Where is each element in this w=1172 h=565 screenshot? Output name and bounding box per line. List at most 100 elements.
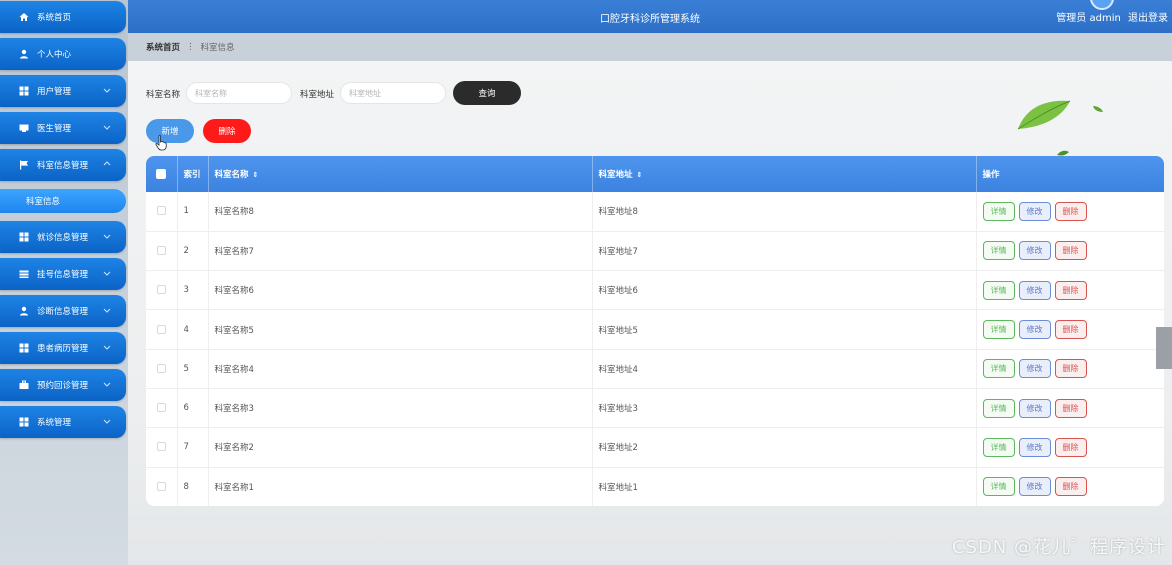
delete-button[interactable]: 删除: [1054, 477, 1087, 497]
breadcrumb-home[interactable]: 系统首页: [146, 41, 180, 53]
sort-icon[interactable]: ⇕: [637, 171, 643, 179]
query-button[interactable]: 查询: [453, 81, 521, 105]
sidebar-item-department[interactable]: 科室信息管理: [0, 149, 126, 181]
search-name-label: 科室名称: [146, 90, 181, 100]
user-icon: [18, 49, 30, 59]
row-index: 6: [177, 388, 209, 428]
row-checkbox[interactable]: [156, 245, 166, 255]
delete-button[interactable]: 删除: [1054, 241, 1087, 261]
chevron-down-icon: [103, 88, 111, 93]
column-header-index: 索引: [177, 156, 209, 192]
sidebar-item-label: 就诊信息管理: [37, 233, 89, 243]
row-department-name: 科室名称4: [208, 349, 593, 389]
sidebar-item-diagnosis[interactable]: 诊断信息管理: [0, 295, 126, 327]
sidebar-item-label: 医生管理: [37, 124, 72, 134]
user-icon: [18, 306, 30, 316]
select-all-header: [146, 156, 178, 192]
sidebar-item-label: 预约回诊管理: [37, 381, 89, 391]
table-row: 5 科室名称4 科室地址4 详情 修改 删除: [146, 349, 1164, 389]
row-select-cell: [146, 467, 178, 506]
delete-button[interactable]: 删除: [1054, 320, 1087, 340]
delete-button[interactable]: 删除: [1054, 437, 1087, 457]
briefcase-icon: [18, 380, 30, 390]
row-checkbox[interactable]: [156, 403, 166, 413]
row-checkbox[interactable]: [156, 324, 166, 334]
user-name: 管理员 admin: [1056, 13, 1121, 24]
row-index: 3: [177, 270, 209, 310]
row-checkbox[interactable]: [156, 285, 166, 295]
detail-button[interactable]: 详情: [982, 201, 1015, 221]
delete-button[interactable]: 删除: [1054, 280, 1087, 300]
scrollbar-thumb[interactable]: [1156, 327, 1172, 369]
sidebar-item-registration[interactable]: 挂号信息管理: [0, 258, 126, 290]
row-select-cell: [146, 231, 178, 271]
sidebar-item-visits[interactable]: 就诊信息管理: [0, 221, 126, 253]
detail-button[interactable]: 详情: [982, 241, 1015, 261]
sidebar-item-records[interactable]: 患者病历管理: [0, 332, 126, 364]
sidebar-item-label: 诊断信息管理: [37, 307, 89, 317]
chevron-down-icon: [103, 419, 111, 424]
list-icon: [18, 269, 30, 279]
column-header-address[interactable]: 科室地址 ⇕: [592, 156, 977, 192]
detail-button[interactable]: 详情: [982, 320, 1015, 340]
row-index: 4: [177, 309, 209, 350]
sidebar-item-label: 系统首页: [37, 13, 72, 23]
edit-button[interactable]: 修改: [1018, 241, 1051, 261]
detail-button[interactable]: 详情: [982, 280, 1015, 300]
edit-button[interactable]: 修改: [1018, 477, 1051, 497]
detail-button[interactable]: 详情: [982, 398, 1015, 418]
row-department-address: 科室地址1: [592, 467, 977, 506]
delete-button[interactable]: 删除: [1054, 201, 1087, 221]
department-name-input[interactable]: [186, 82, 292, 104]
edit-button[interactable]: 修改: [1018, 201, 1051, 221]
sidebar-subitem-department-info[interactable]: 科室信息: [0, 189, 126, 213]
cursor-hand-icon: [155, 135, 167, 151]
logout-link[interactable]: 退出登录: [1128, 13, 1168, 24]
sidebar-item-users[interactable]: 用户管理: [0, 75, 126, 107]
detail-button[interactable]: 详情: [982, 477, 1015, 497]
sidebar-item-system[interactable]: 系统管理: [0, 406, 126, 438]
sidebar-item-followup[interactable]: 预约回诊管理: [0, 369, 126, 401]
row-actions: 详情 修改 删除: [976, 231, 1164, 270]
table-body: 1 科室名称8 科室地址8 详情 修改 删除 2 科室名称7 科室地址7 详情 修改 删除 3 科室名称6…: [146, 192, 1164, 506]
edit-button[interactable]: 修改: [1018, 359, 1051, 379]
row-checkbox[interactable]: [156, 363, 166, 373]
sidebar-item-doctors[interactable]: 医生管理: [0, 112, 126, 144]
detail-button[interactable]: 详情: [982, 359, 1015, 379]
row-department-address: 科室地址8: [592, 192, 977, 232]
edit-button[interactable]: 修改: [1018, 398, 1051, 418]
row-actions: 详情 修改 删除: [976, 388, 1164, 427]
department-table: 索引 科室名称 ⇕ 科室地址 ⇕ 操作 1 科室名称8 科室地址8 详情 修改 删除 2 科室名称…: [146, 156, 1164, 506]
chevron-up-icon: [103, 161, 111, 166]
row-checkbox[interactable]: [156, 206, 166, 216]
batch-delete-button[interactable]: 删除: [203, 119, 251, 143]
sidebar-item-label: 患者病历管理: [37, 344, 89, 354]
select-all-checkbox[interactable]: [156, 168, 167, 179]
sidebar-item-personal[interactable]: 个人中心: [0, 38, 126, 70]
chevron-down-icon: [103, 125, 111, 130]
breadcrumb: 系统首页 ⋮ 科室信息: [128, 33, 1172, 61]
add-button[interactable]: 新增: [146, 119, 194, 143]
row-checkbox[interactable]: [156, 481, 166, 491]
grid-icon: [18, 343, 30, 353]
sidebar-item-home[interactable]: 系统首页: [0, 1, 126, 33]
edit-button[interactable]: 修改: [1018, 437, 1051, 457]
card-icon: [18, 123, 30, 133]
search-address-label: 科室地址: [300, 90, 335, 100]
delete-button[interactable]: 删除: [1054, 359, 1087, 379]
row-checkbox[interactable]: [156, 442, 166, 452]
column-header-name[interactable]: 科室名称 ⇕: [208, 156, 593, 192]
row-actions: 详情 修改 删除: [976, 271, 1164, 310]
table-row: 2 科室名称7 科室地址7 详情 修改 删除: [146, 231, 1164, 271]
row-select-cell: [146, 309, 178, 350]
edit-button[interactable]: 修改: [1018, 320, 1051, 340]
edit-button[interactable]: 修改: [1018, 280, 1051, 300]
row-select-cell: [146, 270, 178, 310]
detail-button[interactable]: 详情: [982, 437, 1015, 457]
department-address-input[interactable]: [340, 82, 446, 104]
sidebar-item-label: 系统管理: [37, 418, 72, 428]
sidebar-item-label: 用户管理: [37, 87, 72, 97]
chevron-down-icon: [103, 271, 111, 276]
delete-button[interactable]: 删除: [1054, 398, 1087, 418]
sort-icon[interactable]: ⇕: [253, 171, 259, 179]
